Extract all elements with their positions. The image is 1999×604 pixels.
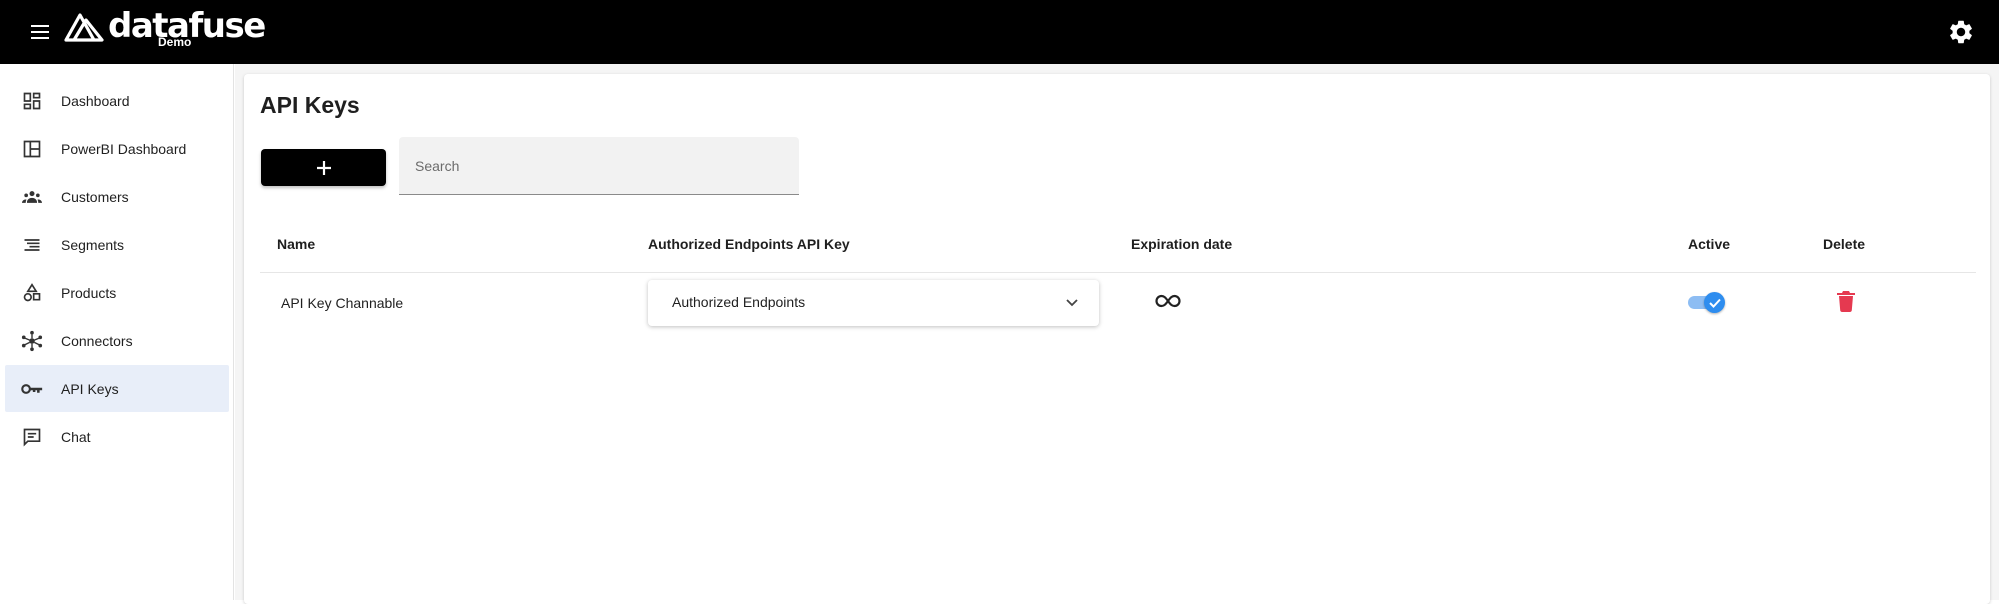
customers-icon [21, 186, 43, 208]
sidebar-item-connectors[interactable]: Connectors [5, 317, 229, 364]
select-value: Authorized Endpoints [672, 294, 806, 310]
sidebar-item-chat[interactable]: Chat [5, 413, 229, 460]
key-icon [21, 378, 43, 400]
sidebar-item-label: Products [61, 284, 117, 301]
brand-subtitle: Demo [158, 35, 192, 49]
column-header-expiration[interactable]: Expiration date [1131, 236, 1232, 252]
sidebar-item-label: PowerBI Dashboard [61, 140, 187, 157]
segments-icon [21, 234, 43, 256]
column-header-endpoints[interactable]: Authorized Endpoints API Key [648, 236, 850, 252]
sidebar-item-customers[interactable]: Customers [5, 173, 229, 220]
add-api-key-button[interactable] [261, 149, 386, 186]
sidebar-item-products[interactable]: Products [5, 269, 229, 316]
infinity-icon [1155, 294, 1181, 308]
top-app-bar: datafuse Demo [0, 0, 1999, 64]
brand-logo[interactable]: datafuse [64, 9, 266, 56]
table-divider [260, 272, 1976, 273]
delete-trash-icon[interactable] [1836, 290, 1856, 312]
checkmark-icon [1704, 292, 1725, 313]
sidebar-item-segments[interactable]: Segments [5, 221, 229, 268]
sidebar-item-powerbi-dashboard[interactable]: PowerBI Dashboard [5, 125, 229, 172]
column-header-delete[interactable]: Delete [1823, 236, 1865, 252]
sidebar-item-label: Customers [61, 188, 129, 205]
page-title: API Keys [260, 92, 360, 118]
powerbi-dashboard-icon [21, 138, 43, 160]
logo-mountain-icon [64, 13, 104, 42]
sidebar-item-label: Segments [61, 236, 125, 253]
menu-icon[interactable] [28, 20, 52, 44]
dashboard-icon [21, 90, 43, 112]
sidebar-item-label: API Keys [61, 380, 119, 397]
chevron-down-icon [1066, 299, 1078, 307]
connectors-icon [21, 330, 43, 352]
plus-icon [316, 160, 331, 175]
column-header-active[interactable]: Active [1688, 236, 1730, 252]
api-key-name: API Key Channable [281, 295, 404, 311]
sidebar-item-label: Dashboard [61, 92, 130, 109]
chat-icon [21, 426, 43, 448]
active-toggle[interactable] [1686, 290, 1726, 314]
search-input[interactable] [399, 137, 799, 194]
column-header-name[interactable]: Name [277, 236, 315, 252]
sidebar-item-api-keys[interactable]: API Keys [5, 365, 229, 412]
search-field[interactable] [399, 137, 799, 195]
sidebar-item-label: Connectors [61, 332, 133, 349]
sidebar-item-label: Chat [61, 428, 91, 445]
authorized-endpoints-select[interactable]: Authorized Endpoints [648, 280, 1099, 326]
gear-icon[interactable] [1947, 18, 1975, 46]
sidebar: Dashboard PowerBI Dashboard Customers Se… [0, 64, 234, 600]
sidebar-item-dashboard[interactable]: Dashboard [5, 77, 229, 124]
products-icon [21, 282, 43, 304]
